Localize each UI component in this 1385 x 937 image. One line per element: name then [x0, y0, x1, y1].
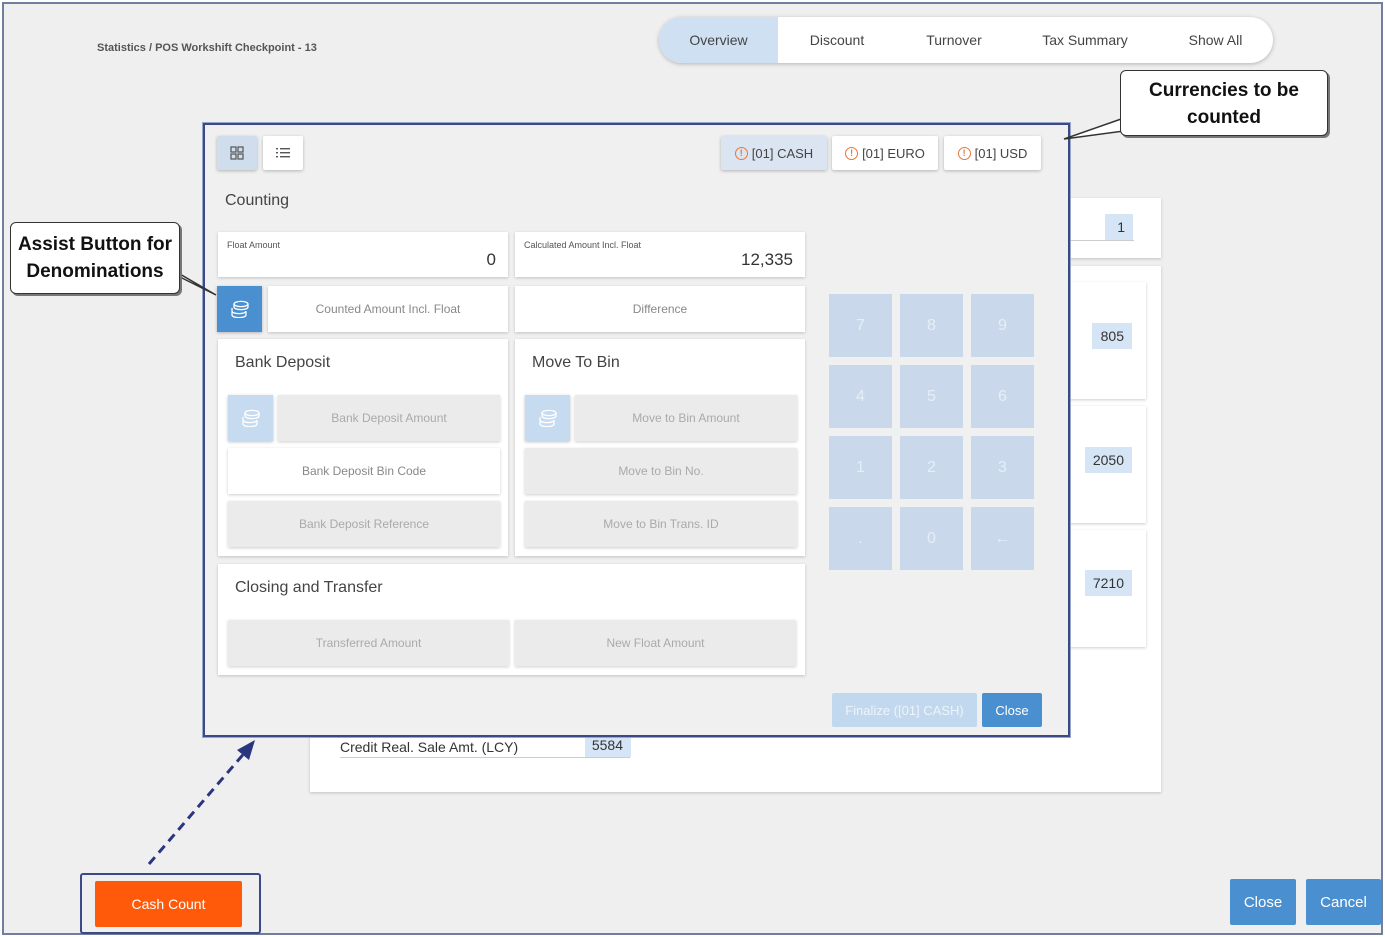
bank-deposit-title: Bank Deposit — [235, 354, 331, 371]
calculated-amount-field: Calculated Amount Incl. Float 12,335 — [515, 232, 805, 277]
tab-turnover[interactable]: Turnover — [896, 17, 1012, 63]
grid-icon — [230, 146, 244, 160]
calculated-amount-value: 12,335 — [741, 250, 793, 269]
currency-usd-button[interactable]: ! [01] USD — [944, 136, 1041, 170]
close-button[interactable]: Close — [1230, 879, 1296, 925]
tab-tax-summary[interactable]: Tax Summary — [1012, 17, 1158, 63]
warning-icon: ! — [957, 146, 971, 160]
coins-icon — [538, 409, 557, 427]
keypad-key-5[interactable]: 5 — [900, 365, 963, 428]
tab-show-all[interactable]: Show All — [1158, 17, 1273, 63]
currency-label: [01] CASH — [751, 145, 814, 161]
cancel-button[interactable]: Cancel — [1306, 879, 1381, 925]
keypad-backspace-icon[interactable]: ← — [971, 507, 1034, 570]
transferred-amount-input[interactable]: Transferred Amount — [228, 620, 509, 666]
app-window: Statistics / POS Workshift Checkpoint - … — [2, 2, 1383, 935]
difference-field: Difference — [515, 286, 805, 332]
warning-icon: ! — [845, 146, 859, 160]
coins-icon — [241, 409, 260, 427]
float-amount-label: Float Amount — [227, 240, 281, 250]
background-value: 7210 — [1085, 570, 1132, 596]
background-value: 2050 — [1085, 447, 1132, 473]
float-amount-value: 0 — [486, 250, 496, 269]
keypad-key-2[interactable]: 2 — [900, 436, 963, 499]
keypad-key-decimal[interactable]: . — [829, 507, 892, 570]
grid-view-button[interactable] — [217, 136, 257, 170]
keypad-key-4[interactable]: 4 — [829, 365, 892, 428]
assist-button-callout: Assist Button for Denominations — [10, 222, 180, 294]
credit-label: Credit Real. Sale Amt. (LCY) — [340, 739, 519, 755]
move-to-bin-trans-id-input[interactable]: Move to Bin Trans. ID — [525, 501, 797, 547]
value-underline — [1068, 240, 1134, 241]
new-float-amount-input[interactable]: New Float Amount — [515, 620, 796, 666]
bank-deposit-bin-code-input[interactable]: Bank Deposit Bin Code — [228, 448, 500, 494]
keypad-key-0[interactable]: 0 — [900, 507, 963, 570]
background-value: 805 — [1092, 323, 1132, 349]
currencies-callout: Currencies to be counted — [1120, 70, 1328, 136]
currency-label: [01] USD — [974, 145, 1028, 161]
counted-amount-input[interactable]: Counted Amount Incl. Float — [268, 286, 508, 332]
bank-deposit-reference-input[interactable]: Bank Deposit Reference — [228, 501, 500, 547]
currency-label: [01] EURO — [862, 145, 925, 161]
move-to-bin-assist-button[interactable] — [525, 395, 570, 441]
finalize-button[interactable]: Finalize ([01] CASH) — [832, 693, 977, 727]
tab-discount[interactable]: Discount — [778, 17, 896, 63]
tab-overview[interactable]: Overview — [659, 17, 778, 63]
move-to-bin-amount-input[interactable]: Move to Bin Amount — [575, 395, 797, 441]
currency-cash-button[interactable]: ! [01] CASH — [721, 136, 827, 170]
breadcrumb: Statistics / POS Workshift Checkpoint - … — [97, 42, 317, 54]
cash-count-dialog: ! [01] CASH ! [01] EURO ! [01] USD Count… — [203, 123, 1070, 737]
keypad-key-3[interactable]: 3 — [971, 436, 1034, 499]
callout-line: Assist Button for — [17, 234, 173, 255]
warning-icon: ! — [734, 146, 748, 160]
bank-deposit-assist-button[interactable] — [228, 395, 273, 441]
closing-transfer-title: Closing and Transfer — [235, 579, 383, 596]
dashed-arrow — [147, 740, 255, 865]
currency-euro-button[interactable]: ! [01] EURO — [832, 136, 938, 170]
counting-title: Counting — [225, 192, 290, 209]
keypad-key-6[interactable]: 6 — [971, 365, 1034, 428]
cash-count-button[interactable]: Cash Count — [95, 881, 242, 927]
keypad-key-9[interactable]: 9 — [971, 294, 1034, 357]
float-amount-field: Float Amount 0 — [218, 232, 508, 277]
background-value: 1 — [1105, 214, 1133, 240]
list-view-button[interactable] — [263, 136, 303, 170]
value-underline — [340, 757, 630, 758]
callout-line: Currencies to be — [1149, 80, 1299, 101]
bank-deposit-amount-input[interactable]: Bank Deposit Amount — [278, 395, 500, 441]
keypad-key-7[interactable]: 7 — [829, 294, 892, 357]
dialog-close-button[interactable]: Close — [982, 693, 1042, 727]
list-icon — [276, 148, 290, 158]
move-to-bin-title: Move To Bin — [532, 354, 620, 371]
callout-line: counted — [1187, 107, 1261, 128]
tab-bar: Overview Discount Turnover Tax Summary S… — [659, 17, 1273, 63]
calculated-amount-label: Calculated Amount Incl. Float — [524, 240, 642, 250]
keypad-key-8[interactable]: 8 — [900, 294, 963, 357]
callout-line: Denominations — [26, 261, 164, 282]
move-to-bin-no-input[interactable]: Move to Bin No. — [525, 448, 797, 494]
keypad-key-1[interactable]: 1 — [829, 436, 892, 499]
coins-icon — [230, 300, 249, 318]
